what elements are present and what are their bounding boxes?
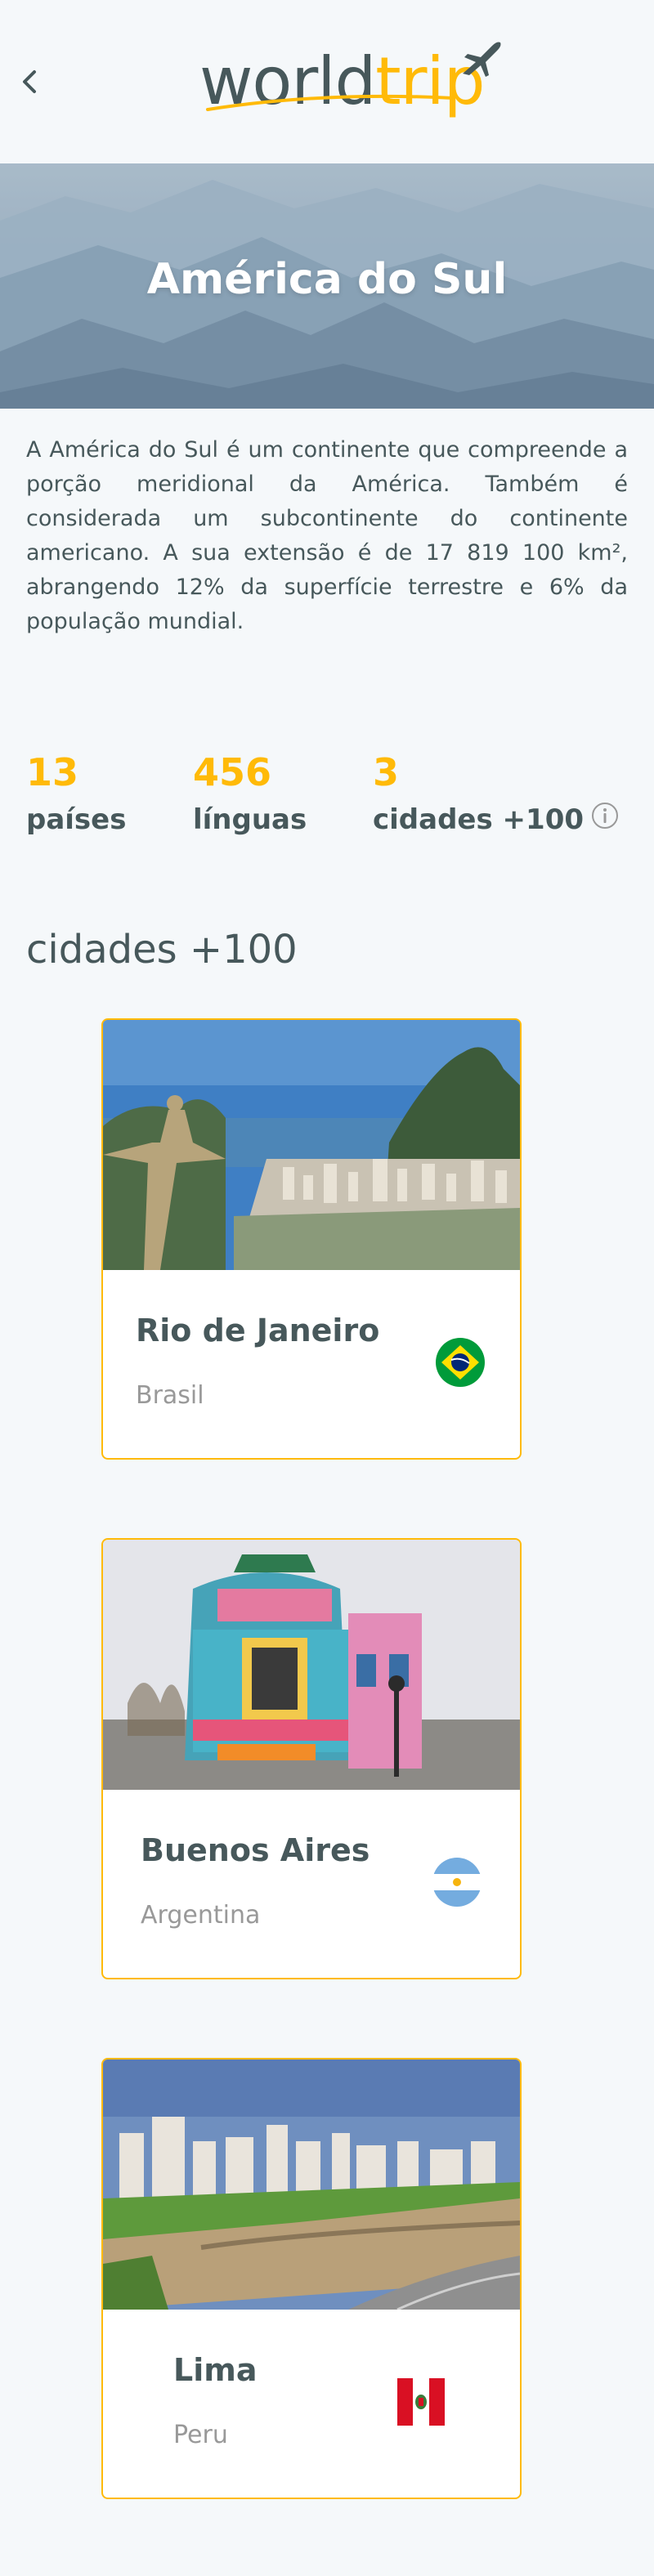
back-button[interactable] xyxy=(16,62,43,101)
city-card-lima[interactable]: Lima Peru xyxy=(101,2058,522,2499)
header: worldtrip xyxy=(0,0,654,163)
stat-languages: 456 línguas xyxy=(193,745,307,840)
stat-label: países xyxy=(26,803,127,836)
city-name: Rio de Janeiro xyxy=(136,1313,380,1348)
city-image-rio-de-janeiro xyxy=(103,1020,520,1270)
stat-value: 3 xyxy=(373,750,400,794)
stat-label: línguas xyxy=(193,803,307,836)
continent-banner: América do Sul xyxy=(0,163,654,409)
country-name: Peru xyxy=(173,2421,228,2449)
city-image-lima xyxy=(103,2059,520,2310)
stat-label-text: cidades +100 xyxy=(373,803,585,836)
stat-countries: 13 países xyxy=(26,745,126,840)
stat-cities: 3 cidades +100 xyxy=(373,745,620,842)
info-icon[interactable] xyxy=(590,801,620,842)
continent-stats: 13 países 456 línguas 3 cidades +100 xyxy=(26,745,631,852)
continent-description: A América do Sul é um continente que com… xyxy=(26,437,628,634)
continent-title: América do Sul xyxy=(146,255,508,304)
stat-value: 13 xyxy=(26,750,79,794)
cities-section-title: cidades +100 xyxy=(26,927,298,973)
city-image-buenos-aires xyxy=(103,1540,520,1790)
city-name: Buenos Aires xyxy=(141,1832,370,1868)
airplane-icon xyxy=(463,42,501,77)
country-name: Brasil xyxy=(136,1381,204,1410)
logo-swoosh-icon xyxy=(206,94,455,111)
country-name: Argentina xyxy=(141,1901,261,1930)
city-card-buenos-aires[interactable]: Buenos Aires Argentina xyxy=(101,1538,522,1979)
stat-value: 456 xyxy=(193,750,272,794)
stat-label: cidades +100 xyxy=(373,799,620,842)
city-card-rio-de-janeiro[interactable]: Rio de Janeiro Brasil xyxy=(101,1018,522,1460)
chevron-left-icon xyxy=(23,70,36,93)
brazil-flag-icon xyxy=(436,1338,485,1387)
city-name: Lima xyxy=(173,2352,258,2388)
worldtrip-logo[interactable]: worldtrip xyxy=(199,41,502,123)
peru-flag-icon xyxy=(397,2378,445,2426)
argentina-flag-icon xyxy=(432,1858,482,1907)
